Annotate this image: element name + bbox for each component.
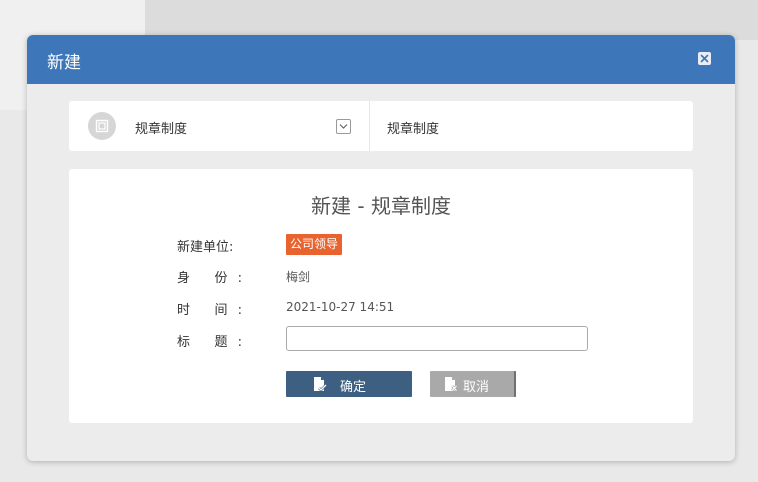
close-icon xyxy=(700,54,709,63)
dialog-title: 新建 xyxy=(47,53,81,73)
unit-badge: 公司领导 xyxy=(286,234,343,255)
identity-value: 梅剑 xyxy=(286,270,311,284)
identity-label: 身 份: xyxy=(177,271,242,286)
confirm-button-label: 确定 xyxy=(340,380,367,395)
file-cancel-icon xyxy=(445,377,458,392)
cancel-button-label: 取消 xyxy=(463,380,490,395)
new-document-dialog: 新建 规章制度 规章制度 新建 - 规章制度 新建单位: 公司领导 身 份: 梅… xyxy=(27,35,735,461)
cancel-button[interactable]: 取消 xyxy=(430,371,516,397)
category-label: 规章制度 xyxy=(135,122,188,137)
unit-label: 新建单位: xyxy=(177,240,234,255)
form-heading: 新建 - 规章制度 xyxy=(311,194,451,218)
time-label: 时 间: xyxy=(177,303,242,318)
dropdown-toggle[interactable] xyxy=(336,119,351,134)
new-document-form: 新建 - 规章制度 新建单位: 公司领导 身 份: 梅剑 时 间: 2021-1… xyxy=(69,169,693,423)
selected-category-value: 规章制度 xyxy=(387,122,440,137)
file-check-icon xyxy=(314,377,327,392)
chevron-down-icon xyxy=(339,124,348,129)
category-selector: 规章制度 规章制度 xyxy=(69,101,693,151)
background-panel-top xyxy=(145,0,758,40)
category-dropdown[interactable]: 规章制度 xyxy=(69,101,370,151)
title-label: 标 题: xyxy=(177,335,242,350)
confirm-button[interactable]: 确定 xyxy=(286,371,412,397)
dialog-header: 新建 xyxy=(27,35,735,84)
title-input[interactable] xyxy=(286,326,588,351)
document-icon xyxy=(88,112,116,140)
close-button[interactable] xyxy=(698,52,711,65)
time-value: 2021-10-27 14:51 xyxy=(286,300,395,314)
